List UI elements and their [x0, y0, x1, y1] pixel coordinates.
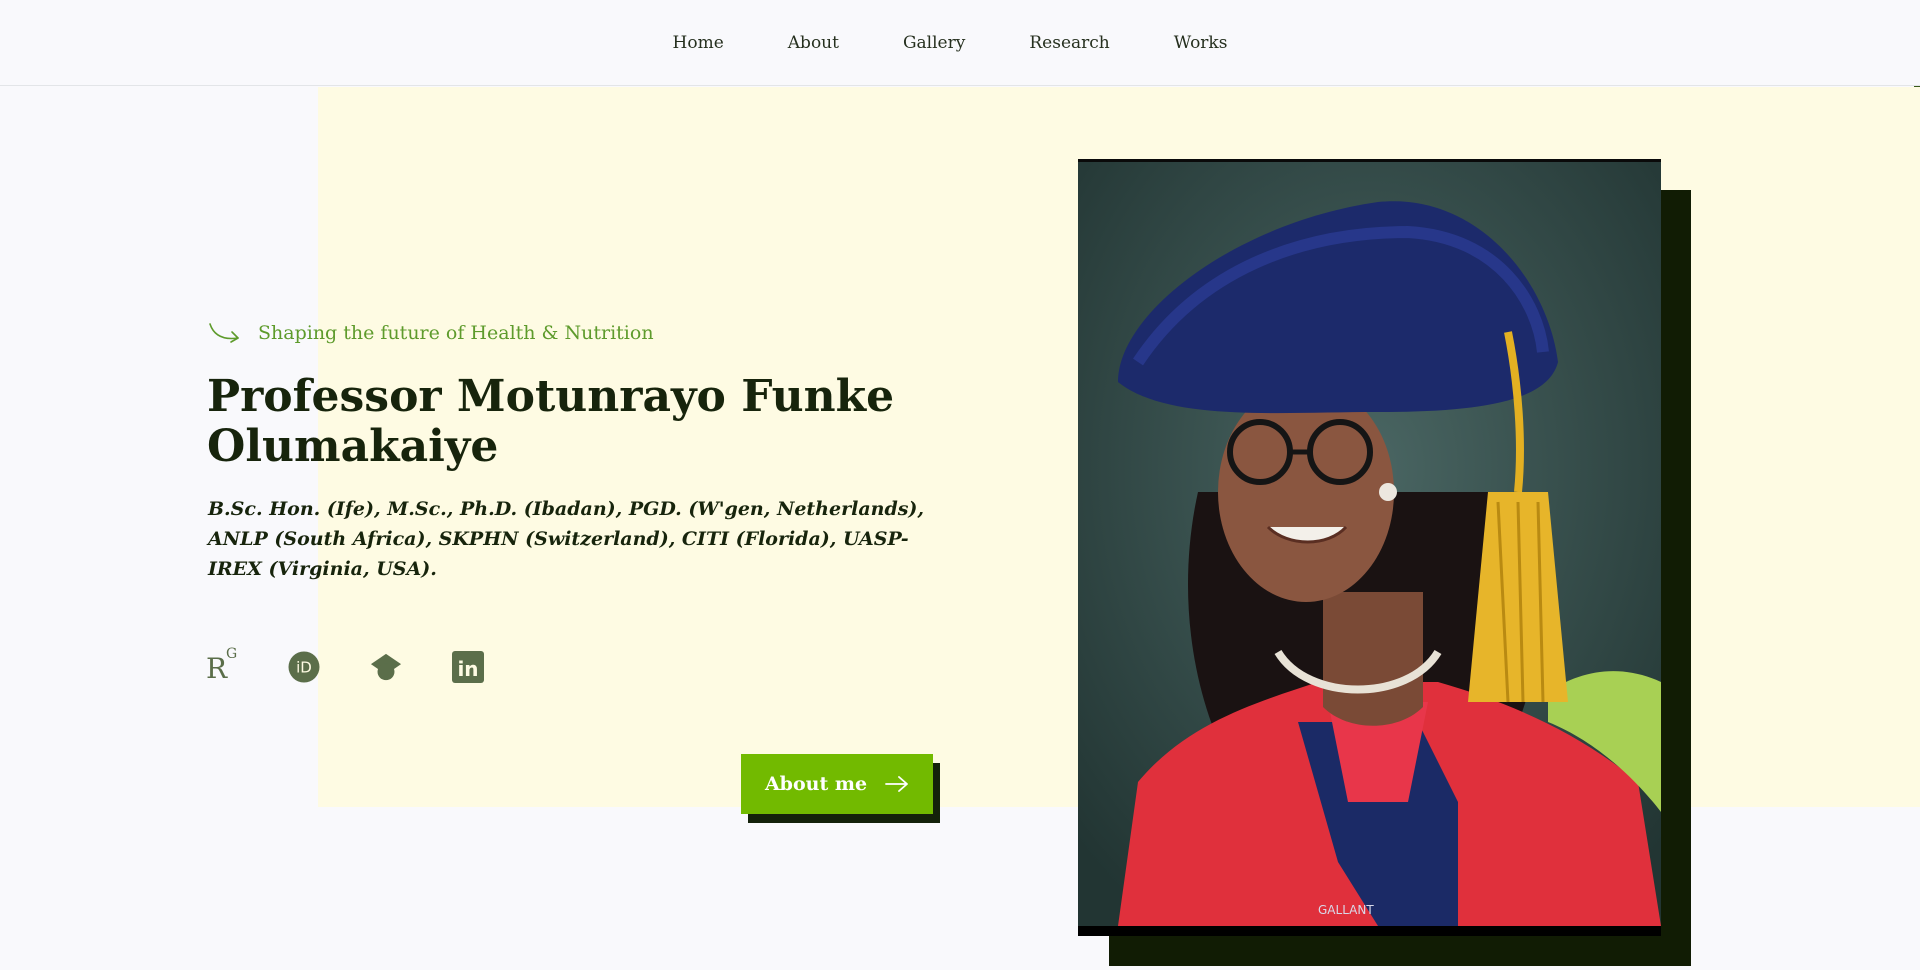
linkedin-icon[interactable]: in [452, 650, 484, 684]
about-me-button[interactable]: About me [741, 754, 933, 814]
linkedin-letters: in [457, 657, 478, 681]
top-navigation: Home About Gallery Research Works [0, 0, 1920, 86]
orcid-icon[interactable]: iD [288, 650, 320, 684]
nav-link-about[interactable]: About [756, 33, 871, 53]
photo-watermark: GALLANT [1318, 903, 1374, 917]
nav-link-research[interactable]: Research [997, 33, 1141, 53]
hero-tagline: Shaping the future of Health & Nutrition [208, 320, 654, 346]
orcid-icon-graphic: iD [288, 651, 320, 683]
about-me-button-label: About me [764, 773, 868, 795]
curved-arrow-icon [209, 323, 239, 343]
linkedin-icon-graphic: in [452, 651, 484, 683]
google-scholar-icon[interactable] [370, 650, 402, 684]
social-links: R G iD in [206, 646, 484, 685]
about-me-button-wrapper: About me [741, 754, 940, 823]
portrait-illustration: GALLANT [1078, 162, 1661, 926]
tagline-text: Shaping the future of Health & Nutrition [258, 322, 654, 344]
portrait-photo: GALLANT [1078, 159, 1661, 936]
page-title: Professor Motunrayo Funke Olumakaiye [207, 371, 895, 472]
graduation-cap-icon [370, 653, 402, 681]
researchgate-letter: R [206, 652, 228, 685]
researchgate-icon[interactable]: R G [206, 646, 238, 685]
nav-link-home[interactable]: Home [641, 33, 756, 53]
researchgate-superscript: G [226, 646, 238, 662]
nav-link-gallery[interactable]: Gallery [871, 33, 997, 53]
orcid-letters: iD [296, 659, 312, 677]
nav-link-works[interactable]: Works [1142, 33, 1260, 53]
nav-links: Home About Gallery Research Works [641, 33, 1260, 53]
arrow-right-icon [885, 776, 908, 792]
credentials-text: B.Sc. Hon. (Ife), M.Sc., Ph.D. (Ibadan),… [208, 498, 925, 580]
